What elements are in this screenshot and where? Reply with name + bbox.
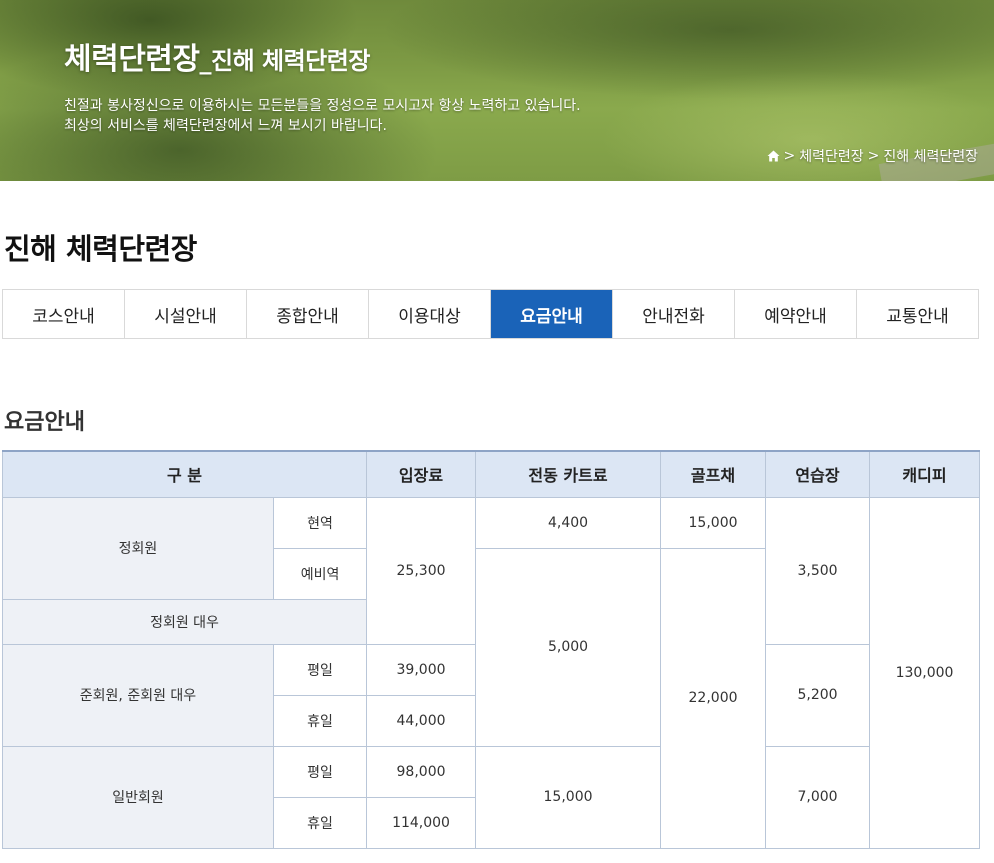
hero-desc-line: 친절과 봉사정신으로 이용하시는 모든분들을 정성으로 모시고자 항상 노력하고…	[64, 98, 581, 114]
hero-title-main: 체력단련장	[64, 42, 200, 77]
cell-cart-mid: 5,000	[475, 547, 662, 747]
tab-phone[interactable]: 안내전화	[613, 290, 735, 338]
tab-transport[interactable]: 교통안내	[857, 290, 978, 338]
cell-entry-assoc-weekday: 39,000	[366, 643, 477, 696]
tab-fees[interactable]: 요금안내	[491, 290, 613, 338]
hero-banner: 체력단련장_진해 체력단련장 친절과 봉사정신으로 이용하시는 모든분들을 정성…	[0, 0, 994, 181]
home-icon[interactable]	[767, 150, 780, 162]
cell-caddie: 130,000	[869, 496, 981, 849]
cell-cart-general: 15,000	[475, 745, 662, 849]
header-club-fee: 골프채	[660, 450, 767, 498]
cell-practice-regular: 3,500	[765, 496, 871, 645]
header-category: 구 분	[1, 450, 368, 498]
page-title: 진해 체력단련장	[4, 232, 197, 266]
cell-entry-general-holiday: 114,000	[366, 796, 477, 849]
tab-overview[interactable]: 종합안내	[247, 290, 369, 338]
breadcrumb-item[interactable]: 체력단련장	[799, 146, 863, 166]
cell-practice-general: 7,000	[765, 745, 871, 849]
hero-title: 체력단련장_진해 체력단련장	[64, 34, 370, 78]
section-title: 요금안내	[4, 410, 85, 435]
breadcrumb: > 체력단련장 > 진해 체력단련장	[767, 146, 978, 166]
tab-facility[interactable]: 시설안내	[125, 290, 247, 338]
cell-clubs-rest: 22,000	[660, 547, 767, 849]
sub-label-active: 현역	[272, 496, 368, 549]
breadcrumb-item[interactable]: 진해 체력단련장	[883, 146, 978, 166]
table-row: 일반회원 평일 98,000 15,000 7,000	[2, 745, 980, 849]
table-row: 정회원 현역 25,300 4,400 15,000 3,500 130,000	[2, 496, 981, 849]
row-label-regular: 정회원	[2, 496, 274, 600]
header-cart-fee: 전동 카트료	[475, 450, 662, 498]
sub-label-reserve: 예비역	[272, 547, 368, 600]
sub-label-weekday: 평일	[272, 643, 368, 696]
header-caddie-fee: 캐디피	[869, 450, 981, 498]
cell-practice-assoc: 5,200	[765, 643, 871, 747]
tab-bar: 코스안내 시설안내 종합안내 이용대상 요금안내 안내전화 예약안내 교통안내	[2, 289, 979, 339]
hero-description: 친절과 봉사정신으로 이용하시는 모든분들을 정성으로 모시고자 항상 노력하고…	[64, 96, 581, 136]
row-label-associate: 준회원, 준회원 대우	[2, 643, 274, 747]
row-label-general: 일반회원	[2, 745, 274, 849]
row-label-regular-equiv: 정회원 대우	[1, 598, 368, 645]
header-entry-fee: 입장료	[366, 450, 477, 498]
cell-clubs-active: 15,000	[660, 496, 767, 549]
fee-table: 구 분 입장료 전동 카트료 골프채 연습장 캐디피 정회원 현역 25,300…	[1, 450, 981, 849]
sub-label-holiday: 휴일	[272, 694, 368, 747]
header-practice-fee: 연습장	[765, 450, 871, 498]
tab-eligibility[interactable]: 이용대상	[369, 290, 491, 338]
sub-label-weekday: 평일	[272, 745, 368, 798]
chevron-right-icon: >	[783, 148, 796, 164]
chevron-right-icon: >	[867, 148, 880, 164]
cell-entry-general-weekday: 98,000	[366, 745, 477, 798]
tab-reservation[interactable]: 예약안내	[735, 290, 857, 338]
sub-label-holiday: 휴일	[272, 796, 368, 849]
cell-entry-regular: 25,300	[366, 496, 477, 645]
hero-desc-line: 최상의 서비스를 체력단련장에서 느껴 보시기 바랍니다.	[64, 118, 387, 134]
cell-entry-assoc-holiday: 44,000	[366, 694, 477, 747]
hero-title-sub: _진해 체력단련장	[199, 47, 371, 75]
tab-course[interactable]: 코스안내	[3, 290, 125, 338]
cell-cart-active: 4,400	[475, 496, 662, 549]
